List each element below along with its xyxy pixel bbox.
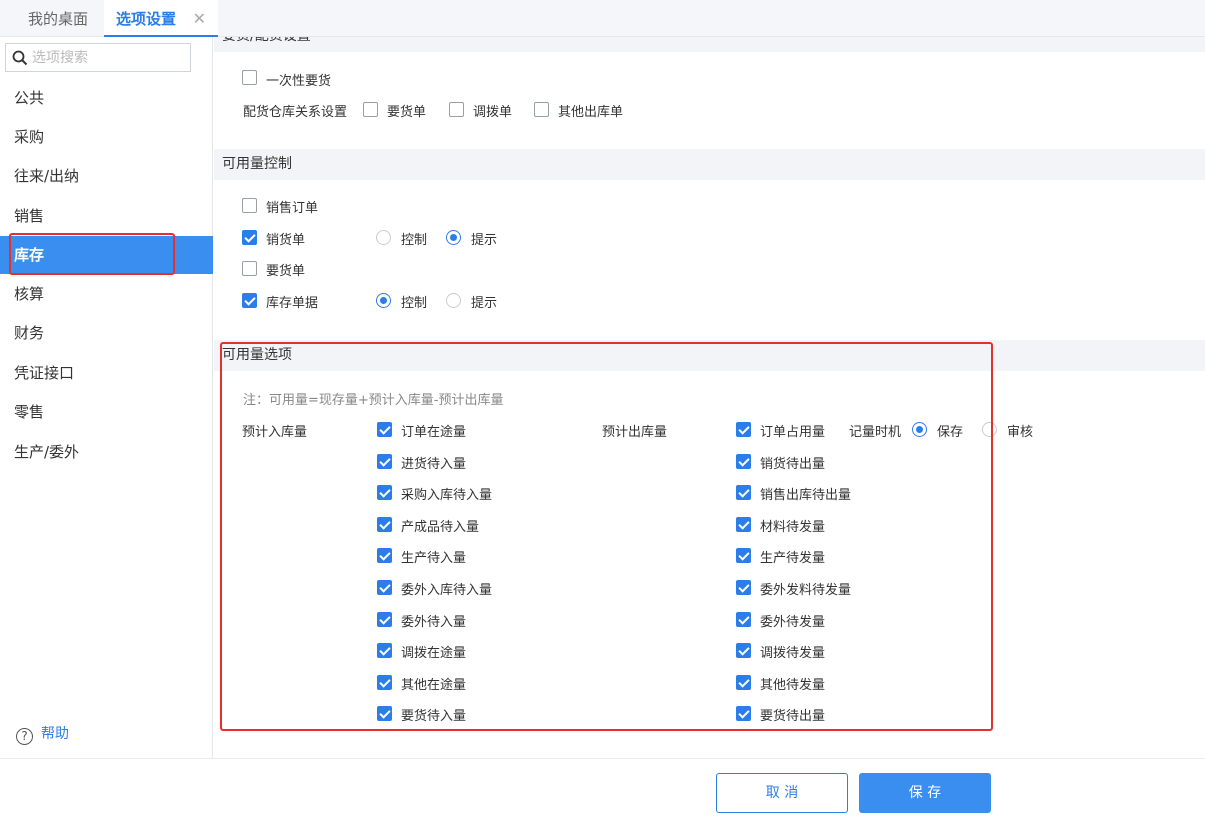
save-button[interactable]: 保 存 — [859, 773, 991, 813]
highlight-box-nav — [9, 233, 175, 275]
checkbox-requisition-order[interactable] — [363, 102, 378, 117]
tab-label: 选项设置 — [116, 10, 177, 28]
tab-options-settings[interactable]: 选项设置 ✕ — [104, 0, 218, 37]
nav-item-production[interactable]: 生产/委外 — [0, 433, 213, 471]
label-sales-order: 销售订单 — [266, 201, 319, 216]
question-circle-icon: ? — [16, 728, 33, 745]
cancel-button[interactable]: 取 消 — [716, 773, 848, 813]
label-timing-audit: 审核 — [1007, 425, 1034, 440]
checkbox-sales-delivery[interactable] — [242, 230, 257, 245]
checkbox-sales-order[interactable] — [242, 198, 257, 213]
sidebar: 公共 采购 往来/出纳 销售 库存 核算 财务 凭证接口 零售 生产/委外 ?帮… — [0, 37, 213, 758]
nav-item-costing[interactable]: 核算 — [0, 275, 213, 313]
footer-bar: 取 消 保 存 — [0, 758, 1205, 819]
label-once-requisition: 一次性要货 — [266, 74, 332, 89]
nav-item-retail[interactable]: 零售 — [0, 393, 213, 431]
label-inventory-docs: 库存单据 — [266, 296, 319, 311]
checkbox-inventory-docs[interactable] — [242, 293, 257, 308]
section-header-requisition: 要货/配货设置 — [214, 37, 1205, 52]
tab-my-desktop[interactable]: 我的桌面 — [12, 0, 104, 37]
radio-inventory-docs-control[interactable] — [376, 293, 391, 308]
help-label: 帮助 — [41, 726, 69, 742]
checkbox-transfer-order[interactable] — [449, 102, 464, 117]
radio-sales-delivery-hint[interactable] — [446, 230, 461, 245]
help-link[interactable]: ? 帮助 — [16, 723, 69, 745]
label-control: 控制 — [401, 296, 428, 311]
nav-item-voucher-interface[interactable]: 凭证接口 — [0, 354, 213, 392]
label-control: 控制 — [401, 233, 428, 248]
label-requisition: 要货单 — [266, 264, 306, 279]
section-header-availability-control: 可用量控制 — [214, 149, 1205, 180]
highlight-box-options — [220, 342, 993, 731]
options-panel: 要货/配货设置 一次性要货 配货仓库关系设置 要货单 调拨单 其他出库单 可用量… — [214, 37, 1205, 758]
nav-item-accounts[interactable]: 往来/出纳 — [0, 157, 213, 195]
tab-bar: 我的桌面 选项设置 ✕ — [0, 0, 1205, 37]
label-warehouse-relation: 配货仓库关系设置 — [243, 105, 348, 120]
label-hint: 提示 — [471, 296, 498, 311]
nav-item-sales[interactable]: 销售 — [0, 197, 213, 235]
nav-item-purchase[interactable]: 采购 — [0, 118, 213, 156]
checkbox-once-requisition[interactable] — [242, 70, 257, 85]
label-hint: 提示 — [471, 233, 498, 248]
nav-item-public[interactable]: 公共 — [0, 79, 213, 117]
radio-sales-delivery-control[interactable] — [376, 230, 391, 245]
label-sales-delivery: 销货单 — [266, 233, 306, 248]
label-requisition-order: 要货单 — [387, 105, 427, 120]
close-icon[interactable]: ✕ — [193, 0, 206, 38]
search-box — [5, 43, 191, 72]
search-icon — [12, 50, 28, 66]
checkbox-other-outbound[interactable] — [534, 102, 549, 117]
search-input[interactable] — [32, 46, 182, 69]
checkbox-requisition[interactable] — [242, 261, 257, 276]
label-transfer-order: 调拨单 — [473, 105, 513, 120]
radio-inventory-docs-hint[interactable] — [446, 293, 461, 308]
label-other-outbound: 其他出库单 — [558, 105, 624, 120]
nav-item-finance[interactable]: 财务 — [0, 314, 213, 352]
